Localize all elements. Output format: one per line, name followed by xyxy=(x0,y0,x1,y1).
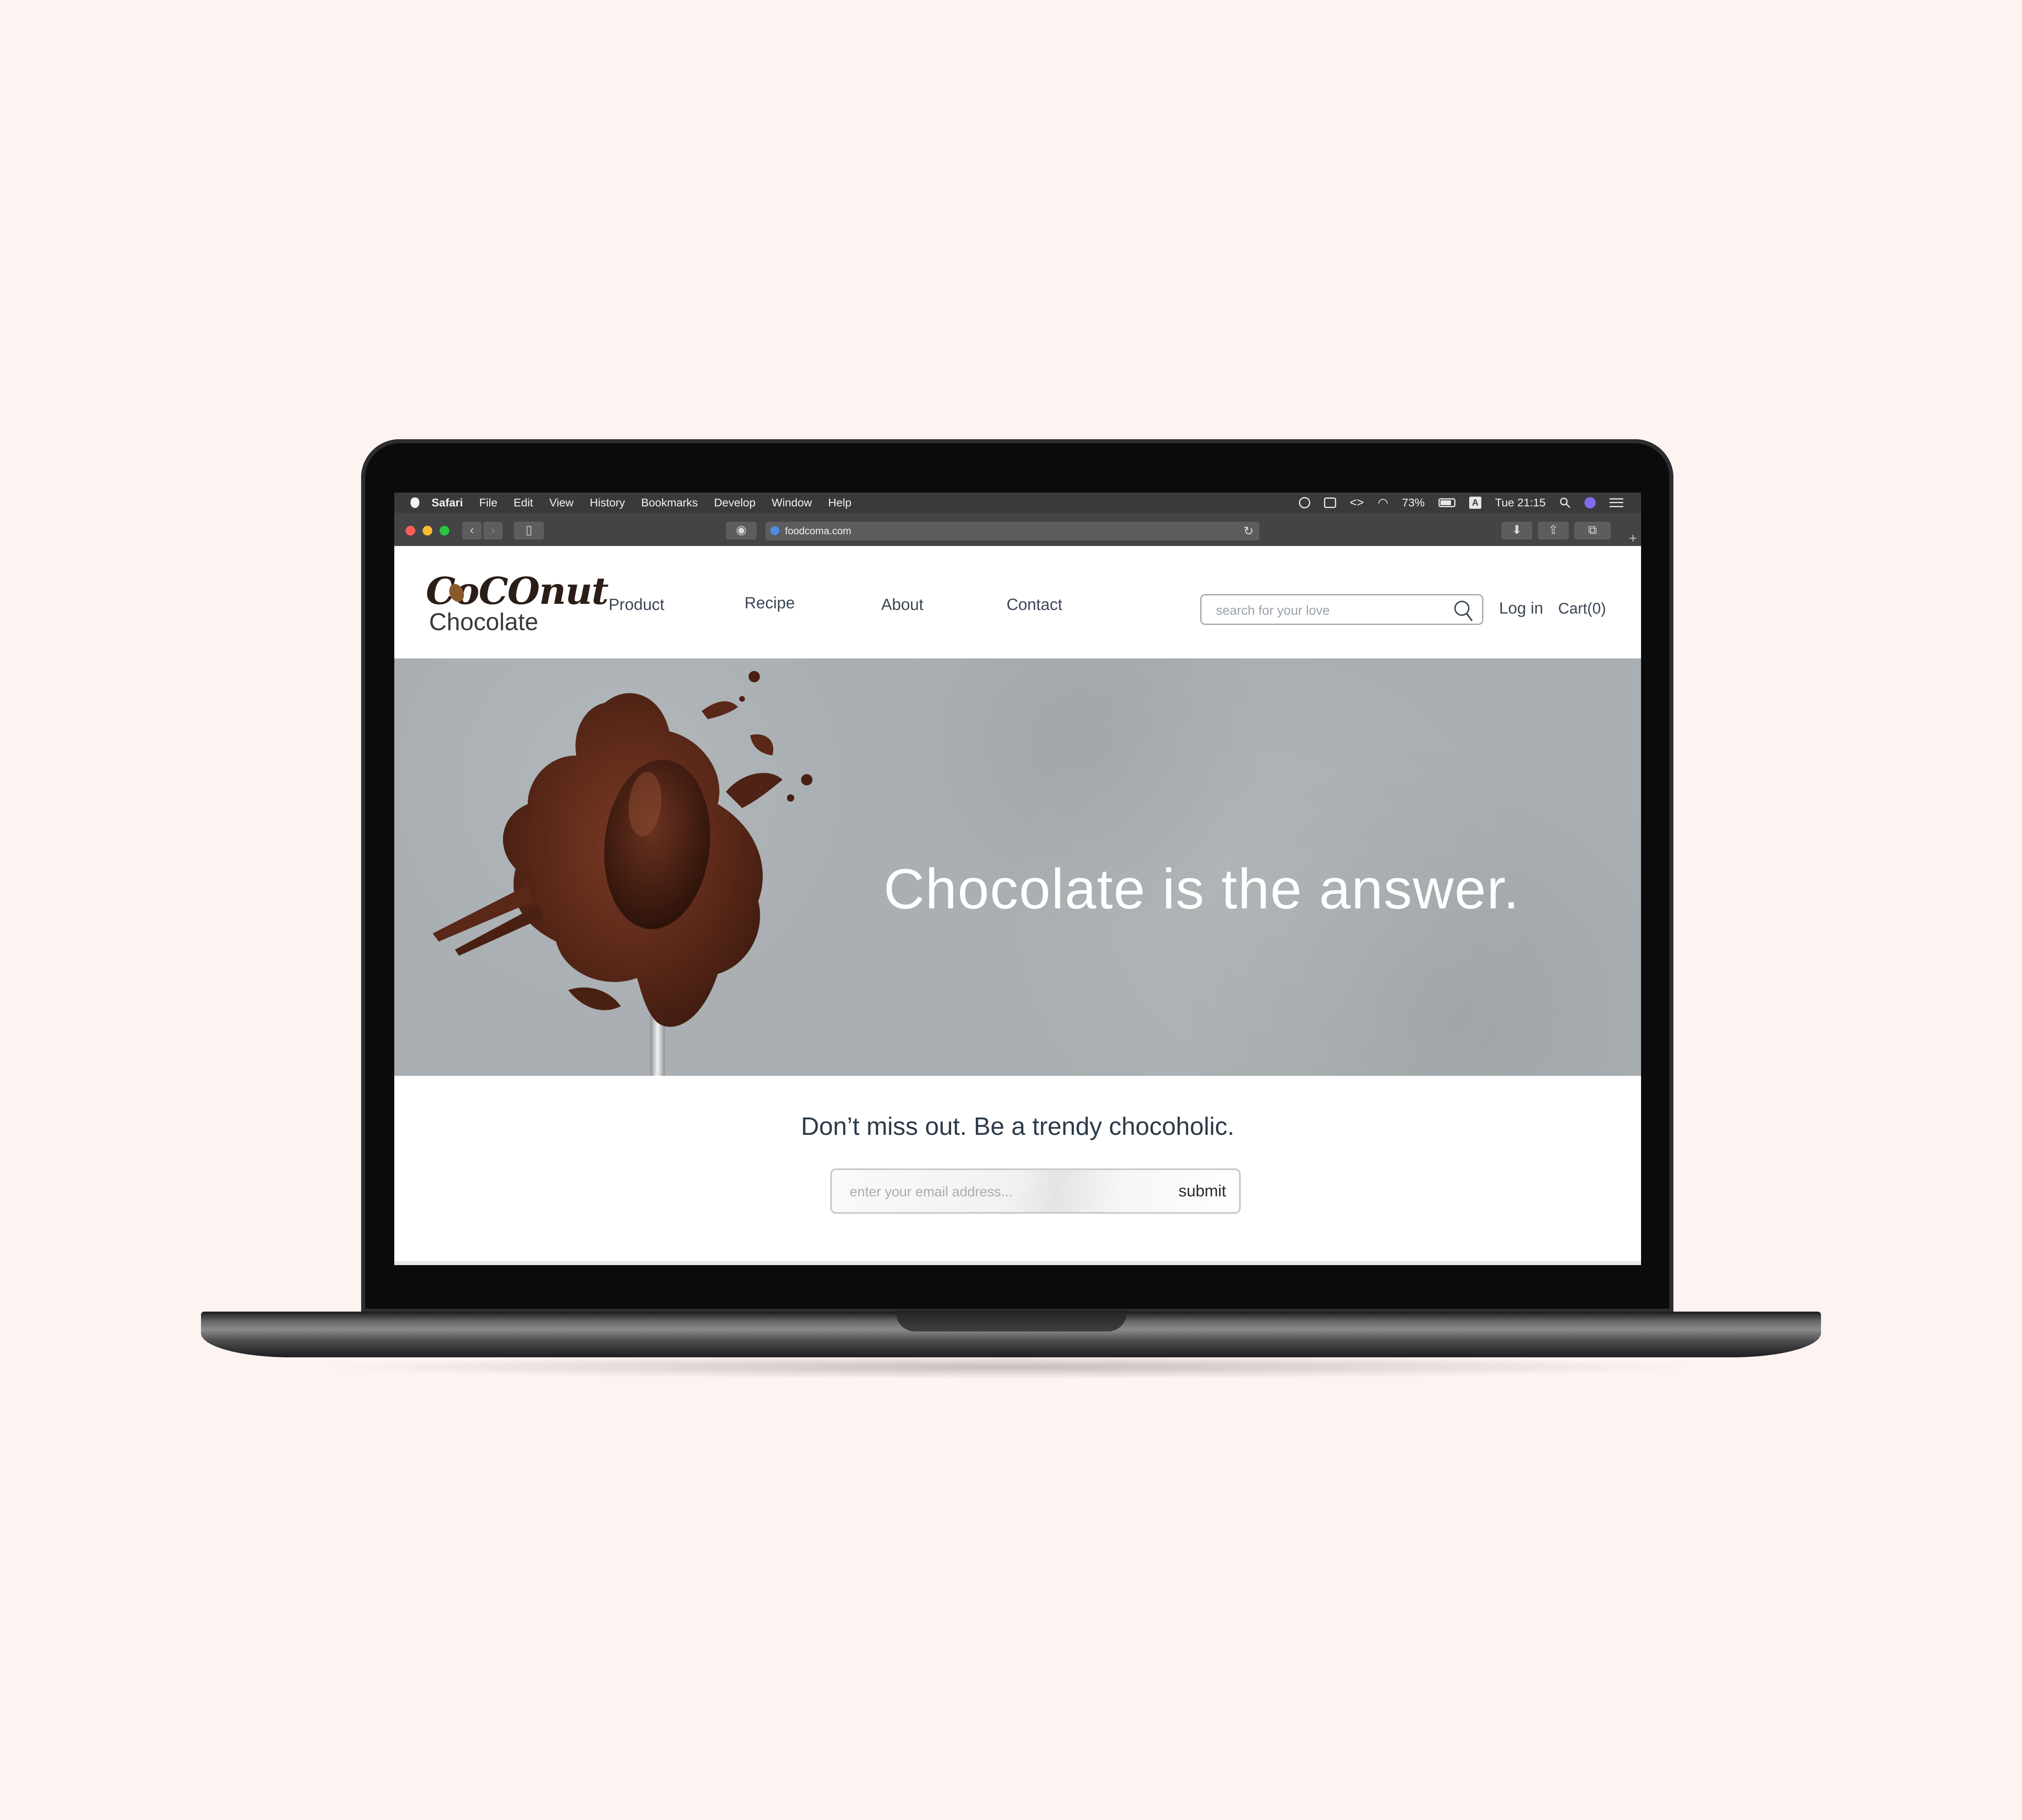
email-input[interactable] xyxy=(849,1181,1134,1202)
page-bottom-edge xyxy=(394,1261,1641,1265)
nav-contact[interactable]: Contact xyxy=(1007,596,1062,614)
submit-button[interactable]: submit xyxy=(1178,1179,1226,1203)
site-favicon-icon xyxy=(770,526,779,535)
airplay-icon[interactable] xyxy=(1324,497,1336,508)
close-window-button[interactable] xyxy=(406,526,415,535)
siri-icon[interactable] xyxy=(1584,497,1596,508)
menu-edit[interactable]: Edit xyxy=(514,496,533,509)
clock[interactable]: Tue 21:15 xyxy=(1495,496,1546,509)
menu-file[interactable]: File xyxy=(479,496,497,509)
browser-toolbar: ‹ › ▯ ◉ foodcoma.com ↻ ⬇ ⇪ ⧉ + xyxy=(394,513,1641,547)
hero-title: Chocolate is the answer. xyxy=(884,857,1520,921)
address-bar-url: foodcoma.com xyxy=(785,525,851,537)
menu-bookmarks[interactable]: Bookmarks xyxy=(641,496,698,509)
menu-develop[interactable]: Develop xyxy=(714,496,756,509)
spotlight-search-icon[interactable] xyxy=(1559,497,1571,508)
apple-icon[interactable] xyxy=(410,497,419,508)
nav-product[interactable]: Product xyxy=(609,596,664,614)
address-bar[interactable]: foodcoma.com ↻ xyxy=(766,522,1259,540)
nav-recipe[interactable]: Recipe xyxy=(745,594,795,612)
newsletter-form: submit xyxy=(830,1168,1241,1214)
downloads-button[interactable]: ⬇ xyxy=(1502,522,1532,540)
menu-bar-status-area: <> ◠ 73% A Tue 21:15 xyxy=(1299,496,1623,510)
search-input[interactable] xyxy=(1215,600,1443,620)
menu-window[interactable]: Window xyxy=(772,496,812,509)
reload-icon[interactable]: ↻ xyxy=(1244,524,1254,538)
logo-wordmark-bottom: Chocolate xyxy=(429,608,539,635)
notification-center-icon[interactable] xyxy=(1610,498,1623,507)
mac-menu-bar: Safari File Edit View History Bookmarks … xyxy=(394,493,1641,513)
forward-button[interactable]: › xyxy=(483,522,503,540)
newsletter-title: Don’t miss out. Be a trendy chocoholic. xyxy=(801,1113,1235,1141)
menu-app-safari[interactable]: Safari xyxy=(431,496,463,509)
menu-view[interactable]: View xyxy=(549,496,573,509)
search-icon[interactable] xyxy=(1453,599,1473,622)
code-brackets-icon[interactable]: <> xyxy=(1350,496,1364,510)
privacy-report-button[interactable]: ◉ xyxy=(726,522,757,540)
input-source-icon[interactable]: A xyxy=(1469,497,1481,509)
cart-link[interactable]: Cart(0) xyxy=(1558,600,1606,618)
wifi-icon[interactable]: ◠ xyxy=(1378,496,1388,510)
battery-percent: 73% xyxy=(1402,496,1425,509)
share-button[interactable]: ⇪ xyxy=(1538,522,1569,540)
melted-chocolate-spoon-image xyxy=(433,671,812,1076)
battery-icon[interactable] xyxy=(1438,498,1455,507)
new-tab-icon[interactable]: + xyxy=(1629,531,1637,546)
site-header: CoCOnut Chocolate Product Recipe About C… xyxy=(394,546,1641,658)
menu-history[interactable]: History xyxy=(590,496,625,509)
hero-banner: Chocolate is the answer. xyxy=(394,658,1641,1076)
back-button[interactable]: ‹ xyxy=(462,522,482,540)
zoom-window-button[interactable] xyxy=(440,526,449,535)
screen: Safari File Edit View History Bookmarks … xyxy=(394,493,1641,1265)
sidebar-toggle-button[interactable]: ▯ xyxy=(514,522,544,540)
tab-overview-button[interactable]: ⧉ xyxy=(1574,522,1611,540)
laptop-notch xyxy=(896,1310,1127,1331)
laptop-shadow xyxy=(315,1355,1707,1379)
minimize-window-button[interactable] xyxy=(423,526,432,535)
search-box xyxy=(1200,594,1483,625)
login-link[interactable]: Log in xyxy=(1499,599,1543,618)
creative-cloud-icon[interactable] xyxy=(1299,497,1310,508)
menu-help[interactable]: Help xyxy=(828,496,852,509)
nav-about[interactable]: About xyxy=(881,596,924,614)
